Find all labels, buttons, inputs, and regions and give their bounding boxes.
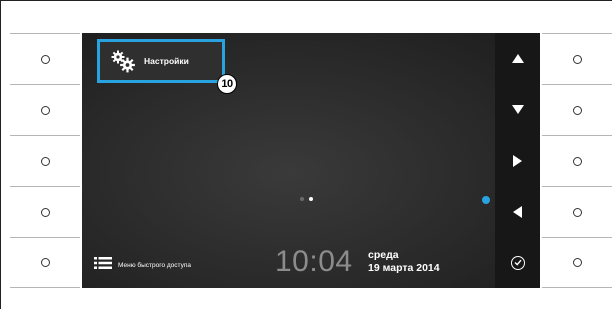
softkey-indicator-icon: [572, 156, 582, 166]
left-softkey-1[interactable]: [10, 33, 80, 84]
check-icon: [510, 255, 525, 270]
left-softkey-4[interactable]: [10, 186, 80, 237]
softkey-indicator-icon: [572, 54, 582, 64]
left-softkeys: [10, 33, 80, 288]
nav-confirm-button[interactable]: [495, 237, 540, 288]
nav-down-button[interactable]: [495, 84, 540, 135]
right-softkey-5[interactable]: [542, 237, 612, 288]
down-arrow-icon: [511, 105, 524, 114]
nav-left-button[interactable]: [495, 186, 540, 237]
page-dot[interactable]: [300, 197, 304, 201]
right-softkey-3[interactable]: [542, 135, 612, 186]
left-softkey-3[interactable]: [10, 135, 80, 186]
softkey-indicator-icon: [572, 105, 582, 115]
date-label: 19 марта 2014: [368, 262, 440, 274]
nav-right-button[interactable]: [495, 135, 540, 186]
frame-left-border: [0, 0, 1, 309]
right-arrow-icon: [513, 154, 522, 167]
softkey-indicator-icon: [40, 105, 50, 115]
display-screen: Настройки 10 Меню быстрого доступа 10:04…: [82, 33, 540, 288]
navigation-column: [495, 33, 540, 288]
softkey-indicator-icon: [40, 54, 50, 64]
page-dot-active[interactable]: [309, 197, 313, 201]
right-softkeys: [542, 33, 612, 288]
page-indicator: [300, 197, 313, 201]
quick-menu-label: Меню быстрого доступа: [118, 261, 191, 269]
nav-up-button[interactable]: [495, 33, 540, 84]
softkey-indicator-icon: [572, 207, 582, 217]
settings-tile[interactable]: Настройки: [97, 39, 225, 83]
list-icon: [94, 256, 112, 274]
gears-icon: [110, 49, 136, 73]
softkey-indicator-icon: [40, 258, 50, 267]
quick-menu-button[interactable]: Меню быстрого доступа: [94, 256, 191, 274]
frame-top-border: [0, 0, 612, 1]
right-softkey-4[interactable]: [542, 186, 612, 237]
softkey-indicator-icon: [40, 156, 50, 166]
date-block: среда 19 марта 2014: [368, 249, 440, 275]
status-indicator-icon: [482, 196, 490, 204]
settings-tile-label: Настройки: [144, 56, 189, 66]
up-arrow-icon: [511, 54, 524, 63]
clock-time: 10:04: [275, 245, 353, 278]
softkey-indicator-icon: [40, 207, 50, 217]
right-softkey-2[interactable]: [542, 84, 612, 135]
weekday-label: среда: [368, 249, 399, 261]
left-arrow-icon: [513, 205, 522, 218]
left-softkey-2[interactable]: [10, 84, 80, 135]
softkey-indicator-icon: [572, 258, 582, 267]
right-softkey-1[interactable]: [542, 33, 612, 84]
left-softkey-5[interactable]: [10, 237, 80, 288]
callout-number: 10: [217, 74, 237, 94]
